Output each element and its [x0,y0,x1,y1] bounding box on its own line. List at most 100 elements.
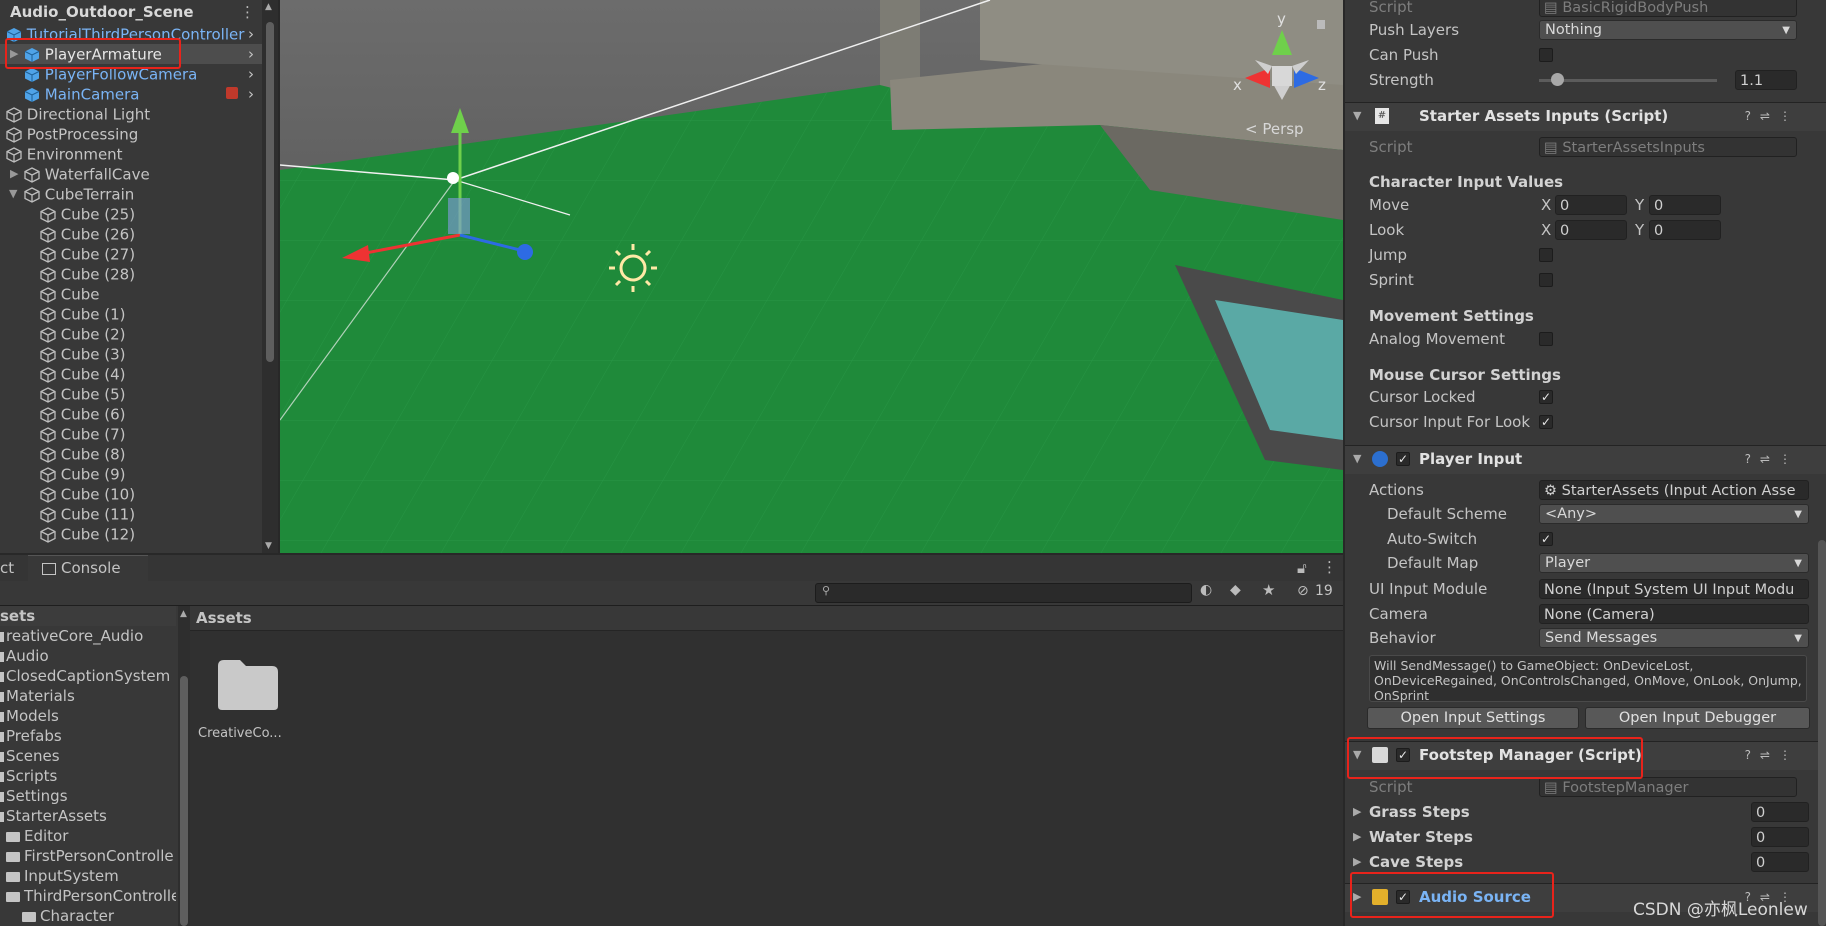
collapse-arrow-icon[interactable]: ▼ [1353,452,1361,465]
hierarchy-item[interactable]: Cube (26) [0,224,262,244]
row-grass-steps[interactable]: ▶ Grass Steps 0 [1345,800,1815,824]
cave-steps-count[interactable]: 0 [1751,852,1809,872]
project-folder-item[interactable]: StarterAssets [0,806,176,826]
strength-input[interactable]: 1.1 [1735,70,1797,90]
lock-icon[interactable]: 🔓︎ [1297,559,1307,577]
chevron-right-icon[interactable]: › [248,84,254,104]
hierarchy-item[interactable]: Cube (11) [0,504,262,524]
sprint-checkbox[interactable] [1539,273,1553,287]
hierarchy-item-directional-light[interactable]: Directional Light [0,104,262,124]
expand-arrow-icon[interactable]: ▶ [1353,825,1361,849]
filter-by-label-icon[interactable]: ◆ [1230,582,1241,598]
default-scheme-dropdown[interactable]: <Any> ▼ [1539,504,1809,524]
lock-icon[interactable] [1317,20,1325,29]
project-search-input[interactable]: ⚲ [815,583,1192,603]
water-steps-count[interactable]: 0 [1751,827,1809,847]
strength-slider-knob[interactable] [1550,73,1564,86]
collapse-arrow-icon[interactable]: ▼ [1353,109,1361,122]
project-tree-scroll-thumb[interactable] [180,676,188,926]
project-folder-item[interactable]: Editor [0,826,176,846]
component-header-player-input[interactable]: ▼ ✓ Player Input ?⇌⋮ [1345,445,1826,474]
look-x-input[interactable]: 0 [1555,220,1627,240]
component-header-buttons[interactable]: ?⇌⋮ [1745,748,1800,762]
hierarchy-item[interactable]: Cube (25) [0,204,262,224]
project-folder-item[interactable]: Materials [0,686,176,706]
scroll-up-icon[interactable]: ▲ [180,609,187,619]
project-folder-item[interactable]: ThirdPersonControlle [0,886,176,906]
jump-checkbox[interactable] [1539,248,1553,262]
open-input-debugger-button[interactable]: Open Input Debugger [1585,707,1810,729]
hierarchy-item[interactable]: Cube (6) [0,404,262,424]
hierarchy-item[interactable]: Cube (10) [0,484,262,504]
auto-switch-checkbox[interactable]: ✓ [1539,532,1553,546]
hierarchy-item[interactable]: Cube (7) [0,424,262,444]
cursor-locked-checkbox[interactable]: ✓ [1539,390,1553,404]
project-folder-item[interactable]: reativeCore_Audio [0,626,176,646]
scene-view[interactable]: y x z < Persp [280,0,1343,553]
favorite-star-icon[interactable]: ★ [1262,581,1275,599]
hierarchy-item[interactable]: Cube (4) [0,364,262,384]
camera-field[interactable]: None (Camera) [1539,604,1809,624]
hierarchy-item-waterfall-cave[interactable]: ▶ WaterfallCave [0,164,262,184]
tab-project[interactable]: ct [0,559,14,577]
hierarchy-item[interactable]: Cube (9) [0,464,262,484]
script-field[interactable]: ▤ StarterAssetsInputs [1539,137,1797,157]
inspector-scrollbar[interactable] [1818,540,1826,926]
component-header-starter-assets-inputs[interactable]: ▼ # Starter Assets Inputs (Script) ?⇌⋮ [1345,102,1826,131]
project-folder-item[interactable]: Models [0,706,176,726]
row-cave-steps[interactable]: ▶ Cave Steps 0 [1345,850,1815,874]
move-x-input[interactable]: 0 [1555,195,1627,215]
projection-toggle[interactable]: < Persp [1245,120,1304,138]
ui-input-module-field[interactable]: None (Input System UI Input Modu [1539,579,1809,599]
scene-viewport[interactable] [280,0,1343,553]
script-field[interactable]: ▤ BasicRigidBodyPush [1539,0,1797,17]
look-y-input[interactable]: 0 [1649,220,1721,240]
project-folder-item[interactable]: Scripts [0,766,176,786]
expand-arrow-icon[interactable]: ▶ [1353,800,1361,824]
project-folder-item[interactable]: Scenes [0,746,176,766]
hierarchy-item[interactable]: Cube (3) [0,344,262,364]
hierarchy-item-environment[interactable]: Environment [0,144,262,164]
project-folder-item[interactable]: FirstPersonControlle [0,846,176,866]
hierarchy-item[interactable]: Cube [0,284,262,304]
scroll-down-icon[interactable]: ▼ [265,541,272,551]
behavior-dropdown[interactable]: Send Messages ▼ [1539,628,1809,648]
project-folder-item[interactable]: InputSystem [0,866,176,886]
project-folder-item[interactable]: ClosedCaptionSystem [0,666,176,686]
chevron-right-icon[interactable]: › [248,64,254,84]
open-input-settings-button[interactable]: Open Input Settings [1367,707,1579,729]
scroll-up-icon[interactable]: ▲ [265,2,272,12]
hierarchy-scroll-thumb[interactable] [266,22,274,362]
project-folder-item[interactable]: Audio [0,646,176,666]
collapse-arrow-icon[interactable]: ▼ [9,184,17,204]
asset-folder-item[interactable]: CreativeCo... [198,656,290,746]
analog-movement-checkbox[interactable] [1539,332,1553,346]
hidden-packages-icon[interactable]: ⊘ [1297,583,1309,599]
move-y-input[interactable]: 0 [1649,195,1721,215]
project-folder-item[interactable]: Prefabs [0,726,176,746]
actions-field[interactable]: ⚙ StarterAssets (Input Action Asse [1539,480,1809,500]
grass-steps-count[interactable]: 0 [1751,802,1809,822]
tree-header[interactable]: sets [0,606,176,626]
hierarchy-item-main-camera[interactable]: MainCamera › [0,84,262,104]
hierarchy-item[interactable]: Cube (12) [0,524,262,544]
project-folder-item[interactable]: Character [0,906,176,926]
hierarchy-item-post-processing[interactable]: PostProcessing [0,124,262,144]
project-folder-item[interactable]: Settings [0,786,176,806]
hierarchy-item[interactable]: Cube (5) [0,384,262,404]
chevron-right-icon[interactable]: › [248,44,254,64]
row-water-steps[interactable]: ▶ Water Steps 0 [1345,825,1815,849]
tab-console[interactable]: Console [28,555,148,582]
filter-by-type-icon[interactable]: ◐ [1200,582,1212,598]
component-enabled-checkbox[interactable]: ✓ [1396,452,1410,466]
hierarchy-item[interactable]: Cube (8) [0,444,262,464]
project-tree-scrollbar[interactable]: ▲ [178,606,190,926]
more-menu-icon[interactable]: ⋮ [1322,558,1337,576]
default-map-dropdown[interactable]: Player ▼ [1539,553,1809,573]
expand-arrow-icon[interactable]: ▶ [1353,850,1361,874]
hierarchy-item[interactable]: Cube (27) [0,244,262,264]
chevron-right-icon[interactable]: › [248,24,254,44]
component-header-buttons[interactable]: ?⇌⋮ [1745,452,1800,466]
hierarchy-item[interactable]: Cube (2) [0,324,262,344]
cursor-input-look-checkbox[interactable]: ✓ [1539,415,1553,429]
